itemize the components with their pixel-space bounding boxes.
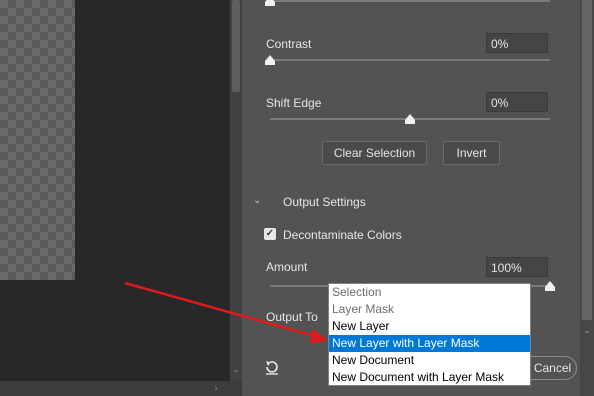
scroll-right-icon[interactable]: › [210, 381, 222, 396]
output-to-dropdown-list[interactable]: Selection Layer Mask New Layer New Layer… [328, 283, 531, 386]
shift-edge-input[interactable]: 0% [486, 92, 548, 112]
output-to-label: Output To [266, 310, 318, 324]
amount-label: Amount [266, 260, 308, 274]
shift-edge-slider-thumb[interactable] [405, 114, 415, 124]
cancel-label: Cancel [533, 361, 572, 375]
amount-input[interactable]: 100% [486, 257, 548, 277]
dropdown-option-new-document-with-layer-mask[interactable]: New Document with Layer Mask [329, 369, 530, 386]
decontaminate-colors-label[interactable]: Decontaminate Colors [283, 228, 402, 242]
invert-button[interactable]: Invert [443, 141, 500, 165]
panel-vertical-scrollbar[interactable]: ⌄ [580, 0, 594, 396]
scroll-down-icon[interactable]: ⌄ [582, 325, 592, 335]
panel-scroll-thumb[interactable] [582, 0, 592, 320]
reset-icon[interactable] [263, 358, 281, 376]
canvas-vertical-scrollbar[interactable]: ⌄ [230, 0, 242, 381]
checkmark-icon: ✓ [265, 228, 275, 239]
canvas-overlay [0, 0, 75, 280]
document-canvas[interactable] [0, 0, 230, 381]
amount-slider-thumb[interactable] [545, 281, 555, 291]
canvas-horizontal-scrollbar[interactable]: › [0, 381, 242, 396]
contrast-slider-track[interactable] [270, 59, 550, 61]
dropdown-option-new-layer-with-layer-mask[interactable]: New Layer with Layer Mask [329, 335, 530, 352]
top-slider-thumb[interactable] [265, 0, 275, 6]
output-settings-title[interactable]: Output Settings [283, 195, 366, 209]
dropdown-option-layer-mask: Layer Mask [332, 302, 395, 316]
dropdown-option-selection: Selection [332, 285, 382, 299]
contrast-input[interactable]: 0% [486, 33, 548, 53]
scroll-down-icon[interactable]: ⌄ [232, 364, 240, 374]
clear-selection-button[interactable]: Clear Selection [322, 141, 427, 165]
shift-edge-label: Shift Edge [266, 96, 322, 110]
contrast-slider-thumb[interactable] [265, 55, 275, 65]
top-slider-track[interactable] [270, 0, 550, 2]
decontaminate-colors-checkbox[interactable]: ✓ [264, 228, 276, 240]
dropdown-option-new-document[interactable]: New Document [329, 352, 530, 369]
contrast-label: Contrast [266, 37, 312, 51]
canvas-vertical-scroll-thumb[interactable] [232, 0, 240, 92]
dropdown-option-new-layer[interactable]: New Layer [329, 318, 530, 335]
chevron-down-icon[interactable]: ⌄ [253, 195, 261, 206]
